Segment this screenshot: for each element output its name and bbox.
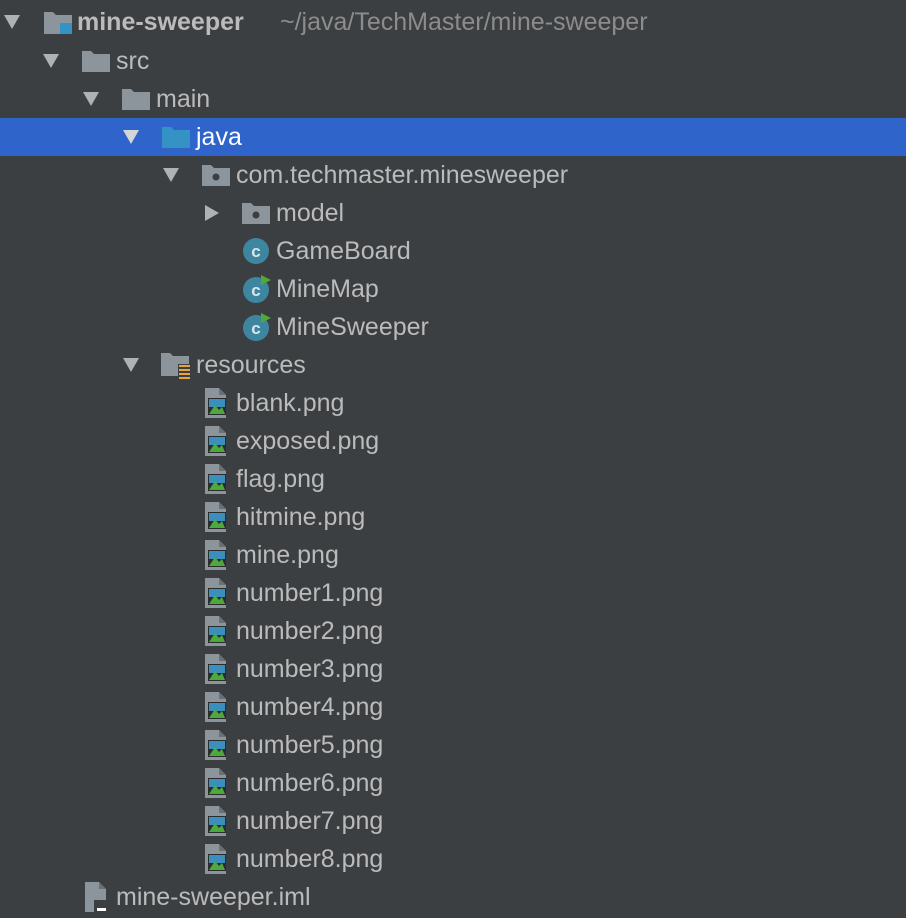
file-label: exposed.png (236, 427, 380, 455)
file-label: number3.png (236, 655, 384, 683)
tree-node-file[interactable]: flag.png (0, 460, 906, 498)
tree-node-file[interactable]: number2.png (0, 612, 906, 650)
image-file-icon (200, 805, 232, 837)
tree-node-class[interactable]: c GameBoard (0, 232, 906, 270)
image-file-icon (200, 501, 232, 533)
tree-node-resources[interactable]: resources (0, 346, 906, 384)
folder-icon (120, 83, 152, 115)
tree-node-class[interactable]: c MineMap (0, 270, 906, 308)
expand-arrow-icon[interactable] (163, 167, 179, 183)
package-icon (200, 159, 232, 191)
tree-node-file[interactable]: number3.png (0, 650, 906, 688)
image-file-icon (200, 615, 232, 647)
tree-node-file[interactable]: blank.png (0, 384, 906, 422)
root-label: mine-sweeper (77, 8, 244, 36)
module-folder-icon (42, 6, 74, 38)
tree-node-file[interactable]: number1.png (0, 574, 906, 612)
tree-node-file[interactable]: hitmine.png (0, 498, 906, 536)
expand-arrow-icon[interactable] (123, 129, 139, 145)
class-icon: c (240, 235, 272, 267)
file-label: mine.png (236, 541, 339, 569)
tree-node-class[interactable]: c MineSweeper (0, 308, 906, 346)
image-file-icon (200, 767, 232, 799)
model-label: model (276, 199, 345, 227)
file-label: number7.png (236, 807, 384, 835)
class-label: GameBoard (276, 237, 411, 265)
runnable-class-icon: c (240, 311, 272, 343)
iml-file-icon (80, 881, 112, 913)
expand-arrow-icon[interactable] (4, 14, 20, 30)
file-label: number8.png (236, 845, 384, 873)
image-file-icon (200, 729, 232, 761)
tree-node-main[interactable]: main (0, 80, 906, 118)
tree-node-file[interactable]: number8.png (0, 840, 906, 878)
collapse-arrow-icon[interactable] (204, 205, 220, 221)
folder-icon (80, 45, 112, 77)
expand-arrow-icon[interactable] (43, 53, 59, 69)
file-label: hitmine.png (236, 503, 366, 531)
tree-node-root[interactable]: mine-sweeper ~/java/TechMaster/mine-swee… (0, 3, 906, 41)
file-label: number5.png (236, 731, 384, 759)
svg-text:c: c (251, 242, 260, 261)
tree-node-iml[interactable]: mine-sweeper.iml (0, 878, 906, 916)
tree-node-file[interactable]: number5.png (0, 726, 906, 764)
java-label: java (196, 123, 242, 151)
image-file-icon (200, 387, 232, 419)
image-file-icon (200, 691, 232, 723)
image-file-icon (200, 539, 232, 571)
tree-node-file[interactable]: number7.png (0, 802, 906, 840)
tree-node-src[interactable]: src (0, 42, 906, 80)
source-folder-icon (160, 121, 192, 153)
expand-arrow-icon[interactable] (83, 91, 99, 107)
image-file-icon (200, 425, 232, 457)
svg-text:c: c (251, 281, 260, 300)
file-label: flag.png (236, 465, 325, 493)
file-label: number4.png (236, 693, 384, 721)
tree-node-file[interactable]: mine.png (0, 536, 906, 574)
svg-text:c: c (251, 319, 260, 338)
image-file-icon (200, 577, 232, 609)
package-icon (240, 197, 272, 229)
class-label: MineMap (276, 275, 379, 303)
project-tree: mine-sweeper ~/java/TechMaster/mine-swee… (0, 0, 906, 918)
root-path: ~/java/TechMaster/mine-sweeper (280, 8, 648, 36)
package-label: com.techmaster.minesweeper (236, 161, 569, 189)
tree-node-package[interactable]: com.techmaster.minesweeper (0, 156, 906, 194)
file-label: number2.png (236, 617, 384, 645)
image-file-icon (200, 463, 232, 495)
image-file-icon (200, 843, 232, 875)
resources-folder-icon (160, 349, 192, 381)
file-label: blank.png (236, 389, 345, 417)
runnable-class-icon: c (240, 273, 272, 305)
tree-node-file[interactable]: exposed.png (0, 422, 906, 460)
expand-arrow-icon[interactable] (123, 357, 139, 373)
tree-node-file[interactable]: number4.png (0, 688, 906, 726)
main-label: main (156, 85, 211, 113)
tree-node-file[interactable]: number6.png (0, 764, 906, 802)
iml-label: mine-sweeper.iml (116, 883, 311, 911)
tree-node-model[interactable]: model (0, 194, 906, 232)
image-file-icon (200, 653, 232, 685)
resources-label: resources (196, 351, 306, 379)
tree-node-java[interactable]: java (0, 118, 906, 156)
file-label: number6.png (236, 769, 384, 797)
src-label: src (116, 47, 150, 75)
class-label: MineSweeper (276, 313, 429, 341)
file-label: number1.png (236, 579, 384, 607)
